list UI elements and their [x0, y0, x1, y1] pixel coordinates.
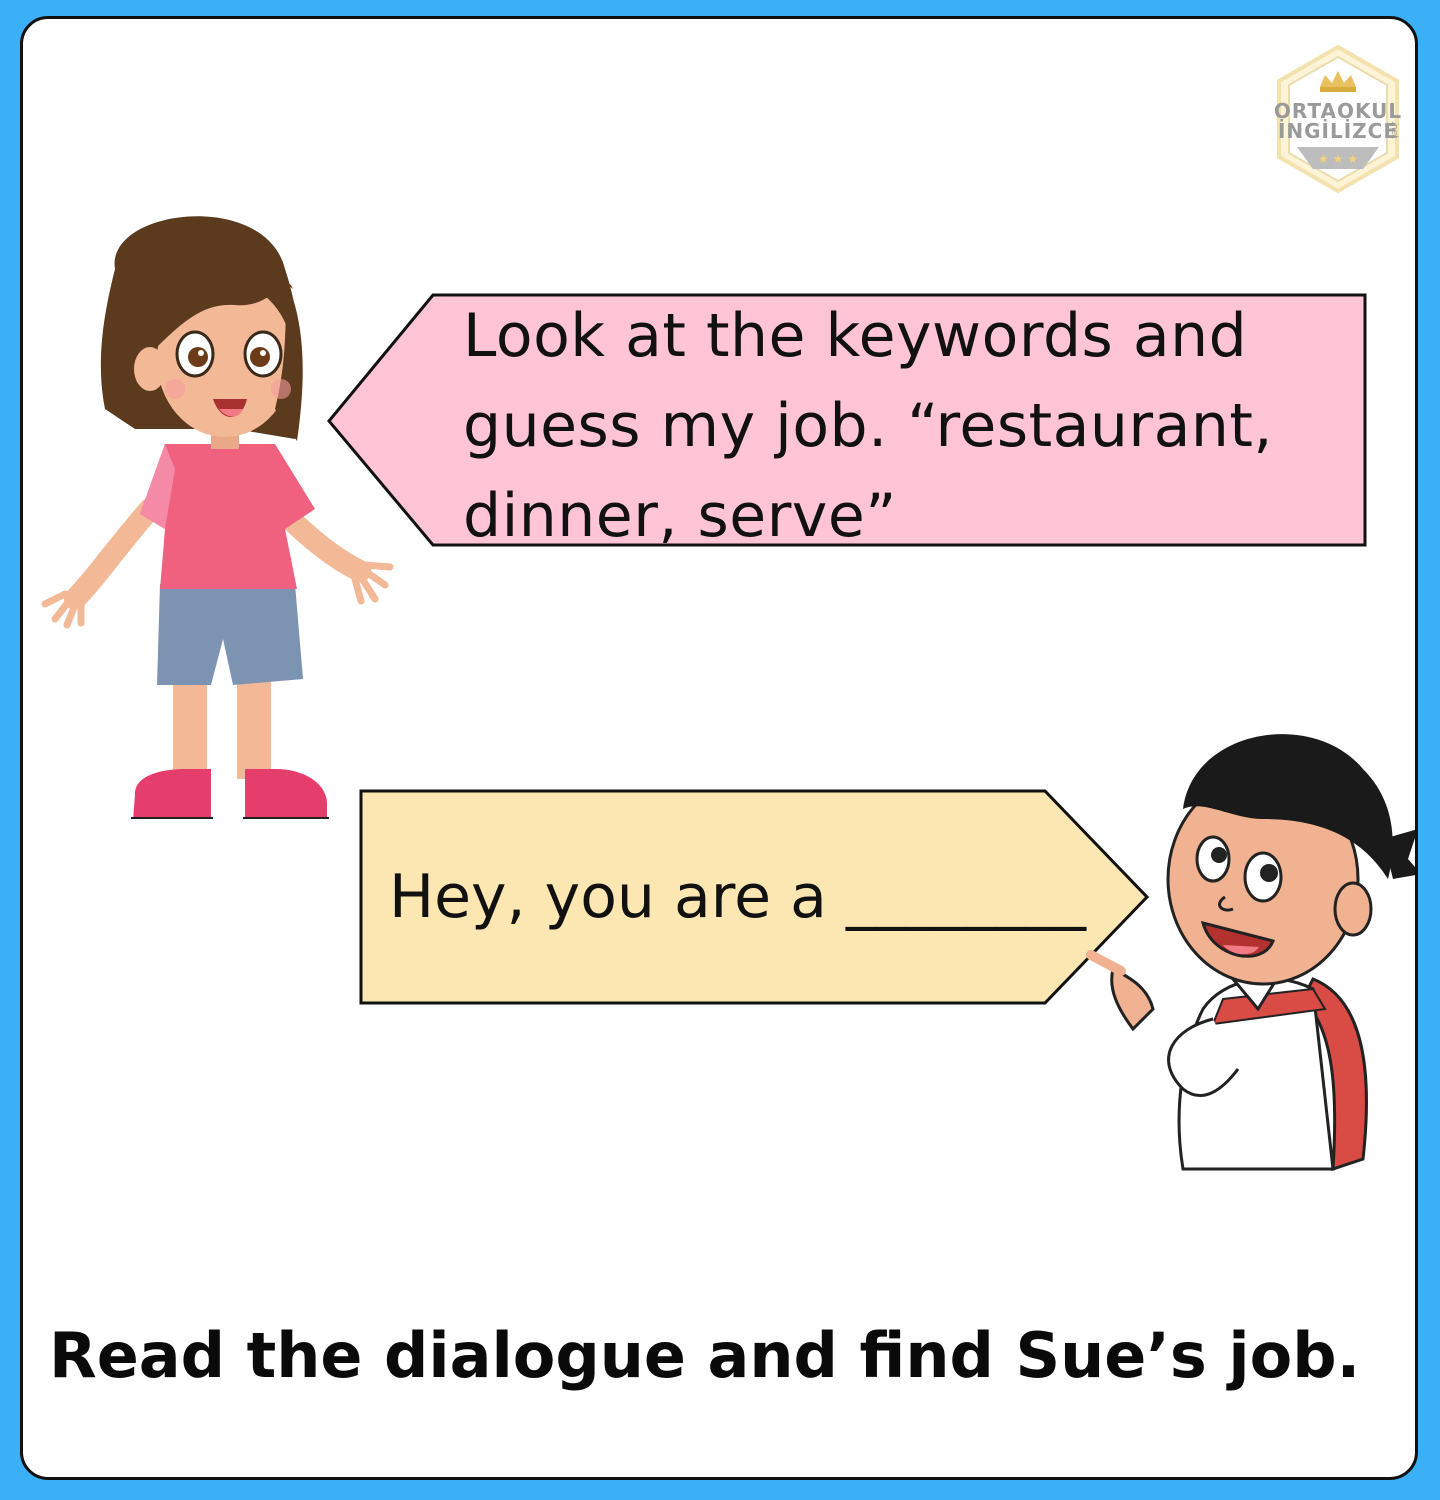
- girl-speech-line-2: guess my job. “restaurant,: [463, 391, 1273, 461]
- girl-character-illustration: [41, 216, 394, 819]
- boy-character-illustration: [1086, 734, 1415, 1172]
- instruction-text: Read the dialogue and find Sue’s job.: [49, 1319, 1361, 1392]
- girl-speech-text: Look at the keywords and guess my job. “…: [463, 291, 1343, 561]
- worksheet-card: ★ ★ ★ ORTAOKUL İNGİLİZCE .net Look at th…: [20, 16, 1418, 1480]
- boy-speech-text: Hey, you are a ________: [389, 862, 1086, 932]
- girl-speech-line-3: dinner, serve”: [463, 481, 897, 551]
- girl-speech-line-1: Look at the keywords and: [463, 301, 1248, 371]
